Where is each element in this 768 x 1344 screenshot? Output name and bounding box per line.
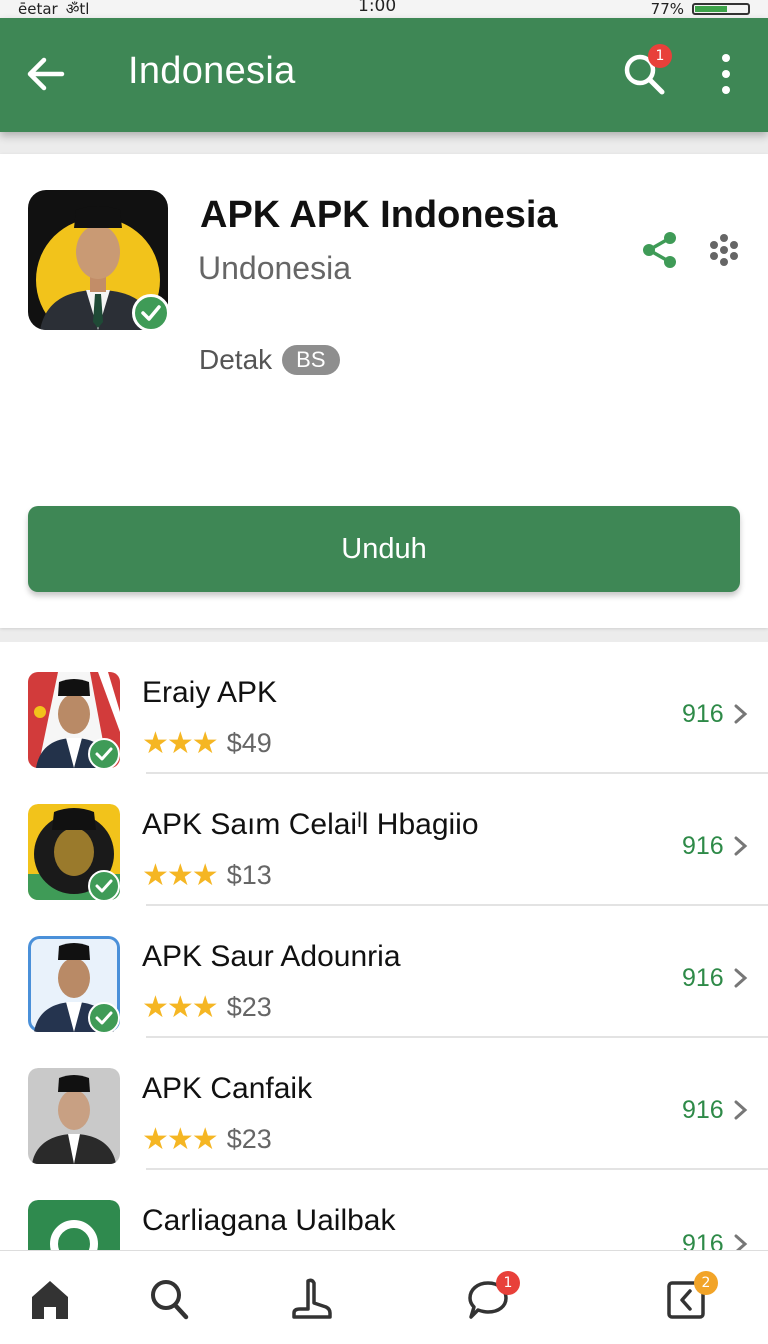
download-button[interactable]: Unduh <box>28 506 740 592</box>
item-rating: ★★★ $23 <box>142 1124 272 1155</box>
battery-percent: 77% <box>650 0 684 18</box>
item-title: APK Canfaik <box>142 1072 313 1105</box>
chevron-right-icon <box>734 1100 748 1120</box>
list-item[interactable]: APK Saım Celaiˡl Hbagiio ★★★ $13 916 <box>0 774 768 906</box>
rating-stars: ★★★ <box>142 989 219 1025</box>
carrier-label: ēetar <box>18 0 58 18</box>
bottom-nav: 1 2 <box>0 1250 768 1344</box>
item-price: $49 <box>226 728 272 758</box>
nav-home[interactable] <box>28 1277 76 1325</box>
app-detail-card: APK APK Indonesia Undonesia Detak BS Und… <box>0 154 768 628</box>
share-icon <box>643 232 676 268</box>
rating-stars: ★★★ <box>142 725 219 761</box>
nav-chat[interactable]: 1 <box>466 1271 520 1325</box>
chevron-right-icon <box>734 968 748 988</box>
home-icon <box>32 1281 68 1319</box>
arrow-left-icon <box>27 57 65 91</box>
detail-pill[interactable]: BS <box>282 345 340 375</box>
network-label: ॐtl <box>65 0 90 18</box>
verified-badge <box>88 1002 120 1034</box>
app-thumbnail <box>28 1068 120 1164</box>
detail-meta: Detak BS <box>199 344 340 376</box>
page-title: Indonesia <box>128 50 296 92</box>
item-price: $13 <box>226 860 272 890</box>
inbox-badge: 2 <box>694 1271 718 1295</box>
chevron-right-icon <box>734 836 748 856</box>
hand-icon <box>292 1278 332 1319</box>
battery-icon <box>692 3 750 15</box>
item-title: APK Saur Adounria <box>142 940 401 973</box>
rating-stars: ★★★ <box>142 1121 219 1157</box>
item-count: 916 <box>682 964 724 992</box>
check-icon <box>95 1011 113 1025</box>
list-item[interactable]: Carliagana Uailbak 916 <box>0 1170 768 1250</box>
item-rating: ★★★ $23 <box>142 992 272 1023</box>
item-count: 916 <box>682 1230 724 1250</box>
app-bar: Indonesia 1 <box>0 18 768 132</box>
list-item[interactable]: Eraiy APK ★★★ $49 916 <box>0 642 768 774</box>
list-item[interactable]: APK Canfaik ★★★ $23 916 <box>0 1038 768 1170</box>
item-price: $23 <box>226 1124 272 1154</box>
nav-hand[interactable] <box>290 1277 338 1325</box>
item-count: 916 <box>682 1096 724 1124</box>
dots-cluster-icon <box>710 234 738 266</box>
app-thumbnail <box>28 1200 120 1250</box>
app-subtitle: Undonesia <box>198 250 351 286</box>
check-icon <box>95 879 113 893</box>
back-button[interactable] <box>24 52 68 96</box>
item-title: APK Saım Celaiˡl Hbagiio <box>142 808 479 841</box>
app-icon <box>28 190 172 334</box>
rating-stars: ★★★ <box>142 857 219 893</box>
item-count: 916 <box>682 700 724 728</box>
verified-badge <box>88 738 120 770</box>
status-bar: ēetar ॐtl 1:00 77% <box>0 0 768 18</box>
item-count: 916 <box>682 832 724 860</box>
share-button[interactable] <box>640 230 680 270</box>
nav-inbox[interactable]: 2 <box>664 1271 718 1325</box>
notification-badge: 1 <box>648 44 672 68</box>
check-icon <box>141 305 161 321</box>
options-button[interactable] <box>706 232 742 268</box>
chevron-right-icon <box>734 704 748 724</box>
item-title: Eraiy APK <box>142 676 278 709</box>
check-icon <box>95 747 113 761</box>
item-price: $23 <box>226 992 272 1022</box>
clock: 1:00 <box>358 0 397 16</box>
chat-badge: 1 <box>496 1271 520 1295</box>
more-options-button[interactable] <box>710 52 742 96</box>
item-title: Carliagana Uailbak <box>142 1204 396 1237</box>
search-button[interactable]: 1 <box>620 44 672 98</box>
more-vertical-icon <box>722 54 730 94</box>
list-item[interactable]: APK Saur Adounria ★★★ $23 916 <box>0 906 768 1038</box>
nav-search[interactable] <box>146 1277 194 1325</box>
chevron-right-icon <box>734 1234 748 1250</box>
verified-badge <box>132 294 170 332</box>
search-icon <box>151 1280 189 1320</box>
item-rating: ★★★ $13 <box>142 860 272 891</box>
app-list: Eraiy APK ★★★ $49 916 APK Saım Celaiˡl H… <box>0 642 768 1250</box>
item-rating: ★★★ $49 <box>142 728 272 759</box>
detail-label: Detak <box>199 344 273 375</box>
verified-badge <box>88 870 120 902</box>
app-title: APK APK Indonesia <box>200 194 558 236</box>
